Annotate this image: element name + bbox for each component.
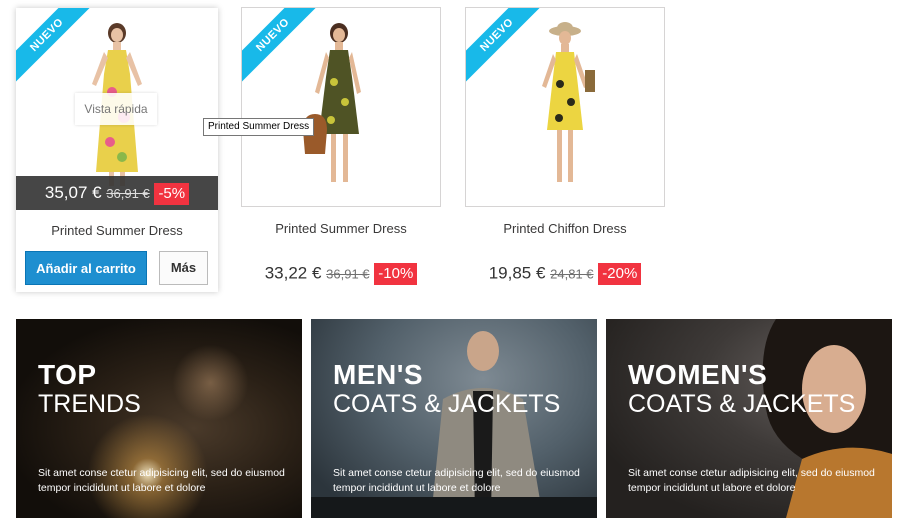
discount-badge: -5%: [154, 182, 190, 205]
product-card[interactable]: NUEVO Printed Chiffon Dress 19,85 € 24,8…: [465, 7, 665, 285]
banner-title: TOP: [38, 359, 97, 390]
product-image[interactable]: NUEVO Vista rápida 35,07 € 36,91 € -5%: [16, 8, 218, 210]
product-card[interactable]: NUEVO Printed Summer Dress 33,22 € 36,91…: [241, 7, 441, 285]
new-badge: NUEVO: [16, 8, 101, 93]
product-price: 35,07 €: [44, 183, 102, 202]
banner-subtitle: TRENDS: [38, 390, 141, 418]
banner-text: Sit amet conse ctetur adipisicing elit, …: [628, 467, 875, 494]
price-row: 33,22 € 36,91 € -10%: [241, 263, 441, 285]
price-row: 19,85 € 24,81 € -20%: [465, 263, 665, 285]
product-price: 19,85 €: [488, 263, 546, 283]
quick-view-button[interactable]: Vista rápida: [75, 93, 157, 125]
product-price: 33,22 €: [264, 263, 322, 283]
product-name[interactable]: Printed Chiffon Dress: [465, 221, 665, 236]
banner-subtitle: COATS & JACKETS: [628, 390, 856, 418]
more-button[interactable]: Más: [159, 251, 208, 285]
banner-subtitle: COATS & JACKETS: [333, 390, 561, 418]
banner-mens-coats[interactable]: MEN'S COATS & JACKETS Sit amet conse cte…: [311, 319, 597, 518]
product-old-price: 36,91 €: [106, 186, 150, 201]
product-name[interactable]: Printed Summer Dress: [241, 221, 441, 236]
banner-title: WOMEN'S: [628, 359, 768, 390]
discount-badge: -20%: [598, 263, 642, 285]
product-old-price: 36,91 €: [326, 266, 370, 282]
new-badge: NUEVO: [242, 8, 327, 93]
banner-title: MEN'S: [333, 359, 424, 390]
tooltip: Printed Summer Dress: [203, 118, 315, 136]
add-to-cart-button[interactable]: Añadir al carrito: [25, 251, 147, 285]
product-image[interactable]: NUEVO: [465, 7, 665, 207]
product-old-price: 24,81 €: [550, 266, 594, 282]
new-badge: NUEVO: [466, 8, 551, 93]
discount-badge: -10%: [374, 263, 418, 285]
product-image[interactable]: NUEVO: [241, 7, 441, 207]
banner-top-trends[interactable]: TOP TRENDS Sit amet conse ctetur adipisi…: [16, 319, 302, 518]
banner-text: Sit amet conse ctetur adipisicing elit, …: [38, 467, 285, 494]
banner-womens-coats[interactable]: WOMEN'S COATS & JACKETS Sit amet conse c…: [606, 319, 892, 518]
price-overlay: 35,07 € 36,91 € -5%: [16, 176, 218, 210]
product-name[interactable]: Printed Summer Dress: [16, 223, 218, 238]
product-card[interactable]: NUEVO Vista rápida 35,07 € 36,91 € -5% P…: [16, 8, 218, 292]
banner-text: Sit amet conse ctetur adipisicing elit, …: [333, 467, 580, 494]
